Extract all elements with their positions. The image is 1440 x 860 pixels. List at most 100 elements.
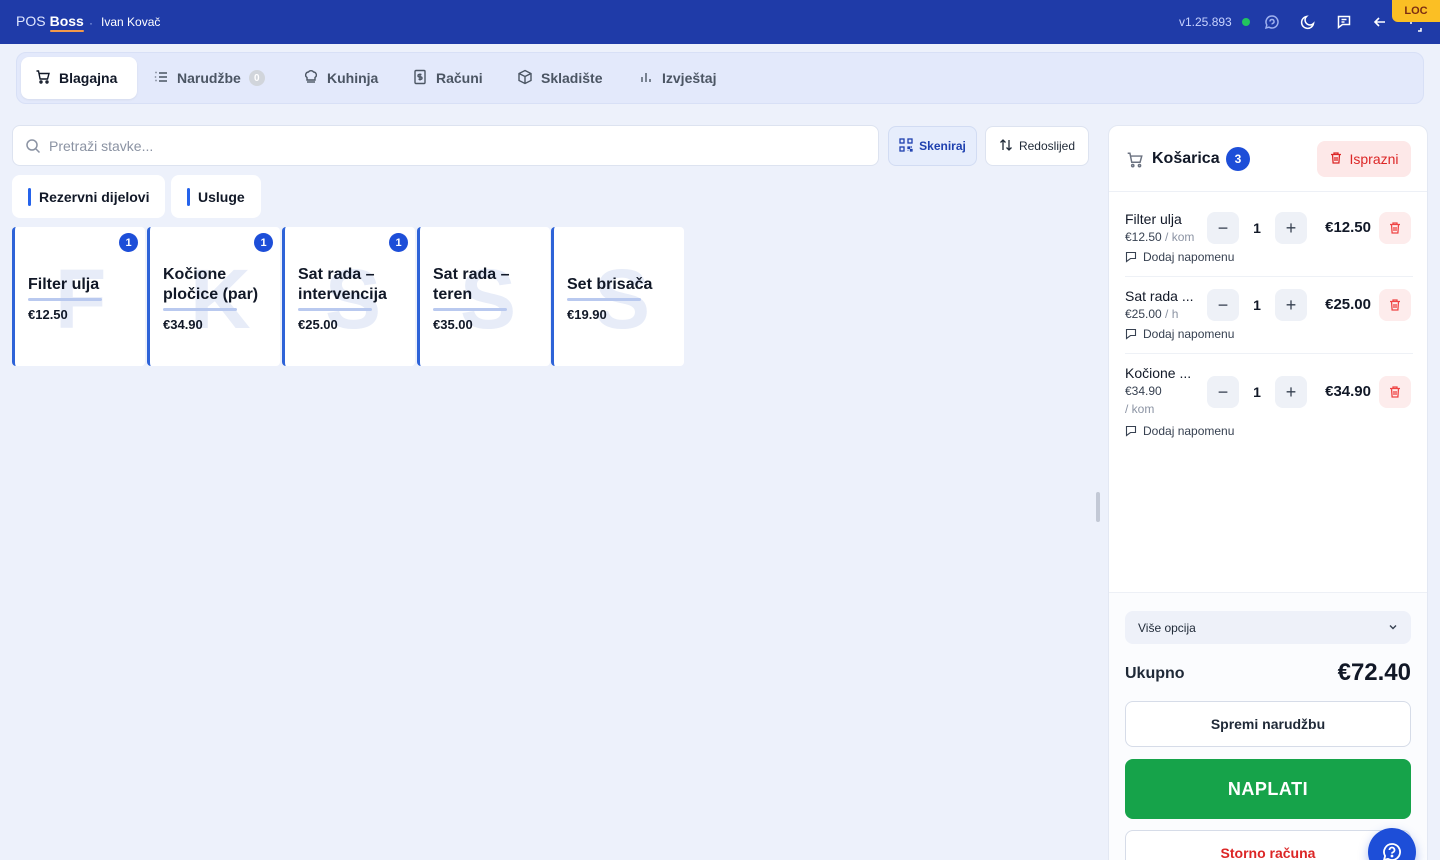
product-price: €25.00 [298, 317, 338, 332]
product-name: Sat rada – intervencija [298, 266, 387, 303]
unit-price-value: €25.00 [1125, 307, 1162, 321]
product-divider [163, 308, 237, 311]
category-label: Rezervni dijelovi [39, 188, 150, 205]
add-note-link[interactable]: Dodaj napomenu [1125, 250, 1234, 264]
unit-price-value: €34.90 [1125, 384, 1162, 398]
product-name: Kočione pločice (par) [163, 266, 259, 303]
cart-item-total: €25.00 [1325, 296, 1371, 313]
unit-label: / kom [1161, 230, 1195, 244]
add-note-link[interactable]: Dodaj napomenu [1125, 327, 1234, 341]
category-label: Usluge [198, 188, 245, 205]
product-divider [298, 308, 372, 311]
brand-logo[interactable]: POS Boss [16, 13, 85, 32]
add-note-link[interactable]: Dodaj napomenu [1125, 424, 1234, 438]
scan-button[interactable]: Skeniraj [888, 126, 977, 166]
help-icon [1383, 843, 1401, 860]
online-status-indicator [1242, 18, 1250, 26]
cart-item-qty: 1 [1253, 384, 1261, 400]
pay-button[interactable]: NAPLATI [1125, 759, 1411, 819]
save-order-button[interactable]: Spremi narudžbu [1125, 701, 1411, 747]
cart-item-unit-price: €34.90 / kom [1125, 384, 1205, 420]
remove-item-button[interactable] [1379, 289, 1411, 321]
cart-footer: Više opcija Ukupno €72.40 Spremi narudžb… [1109, 592, 1427, 860]
cart-item-unit-price: €25.00 / h [1125, 307, 1178, 321]
brand-boss: Boss [49, 13, 85, 32]
product-name: Filter ulja [28, 276, 100, 293]
cart-item-total: €34.90 [1325, 383, 1371, 400]
add-note-label: Dodaj napomenu [1143, 424, 1235, 438]
remove-item-button[interactable] [1379, 212, 1411, 244]
product-price: €34.90 [163, 317, 203, 332]
bar-chart-icon [638, 69, 654, 88]
cart-item-total: €12.50 [1325, 219, 1371, 236]
category-rezervni-dijelovi[interactable]: Rezervni dijelovi [12, 175, 165, 218]
product-tile[interactable]: F Filter ulja €12.50 1 [12, 227, 145, 366]
remove-item-button[interactable] [1379, 376, 1411, 408]
main-tabs: Blagajna Narudžbe 0 Kuhinja Računi Sklad… [16, 52, 1424, 104]
product-qty-badge: 1 [254, 233, 273, 252]
cart-item: Kočione ... €34.90/ kom − 1 + €34.90 Dod… [1125, 365, 1413, 445]
product-price: €35.00 [433, 317, 473, 332]
sort-arrows-icon [999, 138, 1013, 155]
qr-code-icon [899, 137, 913, 155]
chat-icon[interactable] [1262, 12, 1282, 32]
cart-item: Sat rada ... €25.00 / h − 1 + €25.00 Dod… [1125, 288, 1413, 348]
tab-kuhinja[interactable]: Kuhinja [289, 57, 392, 99]
search-box [12, 125, 879, 166]
product-price: €19.90 [567, 307, 607, 322]
tab-narudzbe[interactable]: Narudžbe 0 [139, 57, 279, 99]
search-input[interactable] [49, 126, 869, 165]
receipt-icon [412, 69, 428, 88]
comment-icon [1125, 328, 1137, 340]
cart-item-name: Filter ulja [1125, 211, 1182, 227]
more-options-label: Više opcija [1138, 620, 1196, 635]
unit-label: / h [1161, 307, 1179, 321]
total-amount: €72.40 [1337, 659, 1411, 686]
panel-resize-handle[interactable] [1096, 492, 1100, 522]
tab-blagajna[interactable]: Blagajna [21, 57, 137, 99]
tab-label: Blagajna [59, 70, 118, 86]
tab-skladiste[interactable]: Skladište [503, 57, 616, 99]
decrease-qty-button[interactable]: − [1207, 376, 1239, 408]
clear-cart-button[interactable]: Isprazni [1317, 141, 1411, 177]
add-note-label: Dodaj napomenu [1143, 250, 1235, 264]
product-name: Sat rada – teren [433, 266, 510, 303]
moon-icon[interactable] [1298, 12, 1318, 32]
product-tile[interactable]: S Sat rada – teren €35.00 [417, 227, 550, 366]
product-divider [567, 298, 641, 301]
decrease-qty-button[interactable]: − [1207, 289, 1239, 321]
trash-icon [1390, 386, 1400, 398]
product-divider [433, 308, 507, 311]
category-usluge[interactable]: Usluge [171, 175, 261, 218]
trash-icon [1329, 151, 1343, 168]
back-arrow-icon[interactable] [1370, 12, 1390, 32]
cart-panel: Košarica 3 Isprazni Filter ulja €12.50 /… [1108, 125, 1428, 860]
scan-label: Skeniraj [919, 139, 966, 153]
product-tile[interactable]: S Sat rada – intervencija €25.00 1 [282, 227, 415, 366]
cart-count-badge: 3 [1226, 147, 1250, 171]
box-icon [517, 69, 533, 88]
sort-order-button[interactable]: Redoslijed [985, 126, 1089, 166]
tab-racuni[interactable]: Računi [398, 57, 497, 99]
orders-count-badge: 0 [248, 70, 265, 86]
product-tile[interactable]: K Kočione pločice (par) €34.90 1 [147, 227, 280, 366]
product-tile[interactable]: S Set brisača €19.90 [551, 227, 684, 366]
more-options-select[interactable]: Više opcija [1125, 611, 1411, 644]
cart-item-qty: 1 [1253, 220, 1261, 236]
tab-izvjestaj[interactable]: Izvještaj [624, 57, 730, 99]
cart-item-unit-price: €12.50 / kom [1125, 230, 1194, 244]
cart-icon [35, 69, 51, 88]
top-bar: POS Boss · Ivan Kovač v1.25.893 LOC [0, 0, 1440, 44]
search-icon [25, 138, 41, 159]
tab-label: Skladište [541, 70, 603, 86]
cart-item-qty: 1 [1253, 297, 1261, 313]
item-divider [1125, 276, 1413, 277]
chevron-down-icon [1387, 621, 1399, 636]
tab-label: Kuhinja [327, 70, 379, 86]
product-price: €12.50 [28, 307, 68, 322]
cart-icon [1126, 151, 1144, 174]
message-icon[interactable] [1334, 12, 1354, 32]
decrease-qty-button[interactable]: − [1207, 212, 1239, 244]
comment-icon [1125, 251, 1137, 263]
cart-item-name: Kočione ... [1125, 365, 1192, 381]
